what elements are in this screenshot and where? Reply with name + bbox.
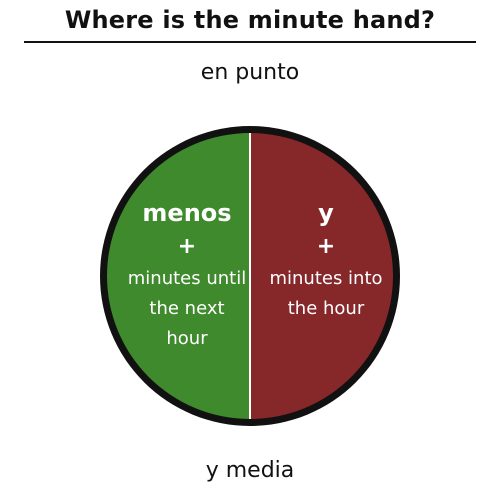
bottom-clock-label: y media	[205, 458, 295, 483]
right-half-description: minutes into the hour	[269, 268, 383, 319]
right-half-text: y + minutes into the hour	[255, 196, 397, 324]
left-half-description: minutes until the next hour	[127, 268, 247, 349]
left-half-plus: +	[177, 234, 197, 259]
title-underline	[24, 41, 476, 43]
page-title: Where is the minute hand?	[64, 6, 436, 34]
left-half-text: menos + minutes until the next hour	[127, 196, 247, 354]
right-half-plus: +	[316, 234, 336, 259]
top-clock-label: en punto	[200, 60, 300, 85]
right-half-word: y	[318, 199, 334, 227]
left-half-word: menos	[142, 199, 232, 227]
